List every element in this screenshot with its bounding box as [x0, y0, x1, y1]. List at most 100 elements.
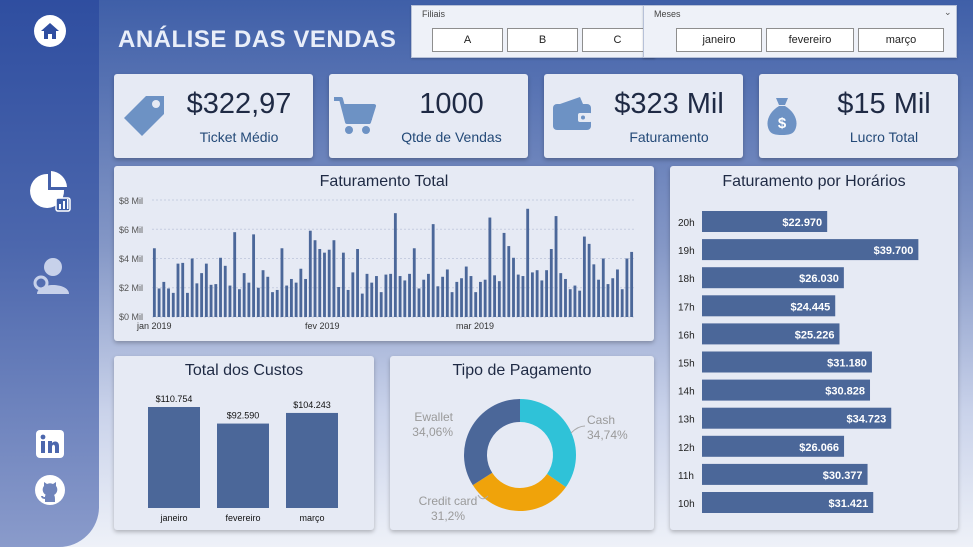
custo-month-label: janeiro [159, 513, 187, 523]
faturamento-bar [611, 278, 615, 317]
hour-value-label: $22.970 [782, 217, 822, 229]
faturamento-bar [223, 265, 227, 317]
hour-value-label: $30.828 [825, 386, 865, 398]
faturamento-bar [450, 292, 454, 317]
faturamento-bar [365, 273, 369, 317]
faturamento-bar [167, 288, 170, 317]
kpi-card-faturamento: $323 Mil Faturamento [544, 74, 743, 158]
faturamento-bar [337, 287, 341, 317]
faturamento-bar [502, 232, 506, 317]
custo-bar [286, 412, 338, 508]
faturamento-bar [398, 276, 402, 317]
faturamento-bar [474, 292, 478, 317]
faturamento-bar [299, 268, 303, 317]
sidebar [0, 0, 99, 547]
hour-label: 17h [678, 302, 695, 313]
kpi-card-lucro: $ $15 Mil Lucro Total [759, 74, 958, 158]
faturamento-bar [152, 248, 156, 317]
faturamento-bar [568, 289, 572, 317]
filiais-label: Filiais [422, 9, 446, 19]
hour-value-label: $39.700 [874, 245, 914, 257]
hour-label: 10h [678, 499, 695, 510]
faturamento-bar [304, 278, 307, 317]
hour-value-label: $26.066 [799, 442, 839, 454]
money-bag-icon: $ [765, 96, 799, 141]
faturamento-bar [625, 258, 629, 317]
faturamento-bar [313, 240, 317, 317]
faturamento-bar [422, 279, 426, 317]
hour-label: 13h [678, 415, 695, 426]
faturamento-bar [186, 292, 189, 317]
hour-value-label: $30.377 [823, 470, 863, 482]
faturamento-bar [417, 288, 421, 317]
faturamento-horarios-card: Faturamento por Horários 20h $22.970 19h $3… [670, 166, 958, 530]
meses-slicer: Meses ⌄ janeiro fevereiro março [643, 5, 957, 58]
payment-slice [464, 399, 520, 486]
hour-label: 20h [678, 218, 695, 229]
x-tick-label: mar 2019 [456, 321, 494, 331]
faturamento-bar [190, 258, 194, 317]
y-tick-label: $6 Mil [119, 225, 143, 235]
faturamento-bar [464, 266, 468, 317]
price-tag-icon [122, 94, 166, 143]
faturamento-bar [408, 273, 411, 317]
payment-slice [472, 472, 566, 511]
faturamento-bar [488, 217, 492, 317]
faturamento-bar [582, 236, 586, 317]
hour-value-label: $24.445 [790, 301, 830, 313]
kpi-value: $323 Mil [614, 88, 724, 120]
faturamento-bar [545, 270, 548, 317]
faturamento-bar [431, 224, 435, 317]
faturamento-bar [493, 275, 497, 317]
faturamento-bar [412, 248, 416, 317]
dashboard-icon[interactable] [0, 170, 99, 212]
faturamento-bar [455, 281, 459, 317]
kpi-value: $322,97 [186, 88, 292, 120]
faturamento-bar [171, 292, 175, 317]
custo-value-label: $110.754 [156, 394, 193, 404]
linkedin-icon[interactable] [0, 430, 99, 458]
mes-option-marco[interactable]: março [858, 28, 944, 52]
faturamento-bar [294, 282, 298, 317]
meses-label: Meses [654, 9, 681, 19]
faturamento-bar [219, 257, 222, 317]
faturamento-bar [271, 292, 274, 317]
payment-label: Credit card [419, 494, 478, 508]
hour-value-label: $26.030 [799, 273, 839, 285]
mes-option-janeiro[interactable]: janeiro [676, 28, 762, 52]
faturamento-bar [252, 234, 256, 317]
faturamento-bar [497, 281, 501, 317]
faturamento-bar [384, 274, 388, 317]
faturamento-bar [393, 213, 397, 317]
wallet-icon [552, 96, 594, 137]
faturamento-bar [375, 276, 378, 317]
faturamento-bar [549, 248, 553, 317]
home-icon[interactable] [0, 14, 99, 48]
filial-option-a[interactable]: A [432, 28, 503, 52]
kpi-label: Ticket Médio [199, 129, 279, 145]
user-search-icon[interactable] [0, 256, 99, 296]
mes-option-fevereiro[interactable]: fevereiro [766, 28, 854, 52]
faturamento-bar [564, 278, 567, 317]
faturamento-bar [275, 289, 279, 317]
faturamento-bar [256, 287, 260, 317]
chevron-down-icon[interactable]: ⌄ [944, 7, 952, 18]
faturamento-bar [280, 248, 284, 317]
y-tick-label: $8 Mil [119, 196, 143, 206]
faturamento-bar [445, 269, 449, 317]
faturamento-bar [238, 289, 241, 317]
faturamento-bar [606, 284, 610, 317]
github-icon[interactable] [0, 474, 99, 506]
faturamento-bar [157, 288, 161, 317]
faturamento-bar [228, 285, 232, 317]
faturamento-bar [530, 272, 534, 317]
faturamento-bar [403, 280, 407, 317]
filial-option-b[interactable]: B [507, 28, 578, 52]
faturamento-bar [162, 281, 166, 317]
custo-value-label: $92.590 [227, 411, 260, 421]
faturamento-bar [346, 289, 350, 317]
faturamento-bar [620, 289, 624, 317]
faturamento-bar [323, 252, 326, 317]
faturamento-bar [247, 282, 251, 317]
faturamento-bar [341, 252, 345, 317]
